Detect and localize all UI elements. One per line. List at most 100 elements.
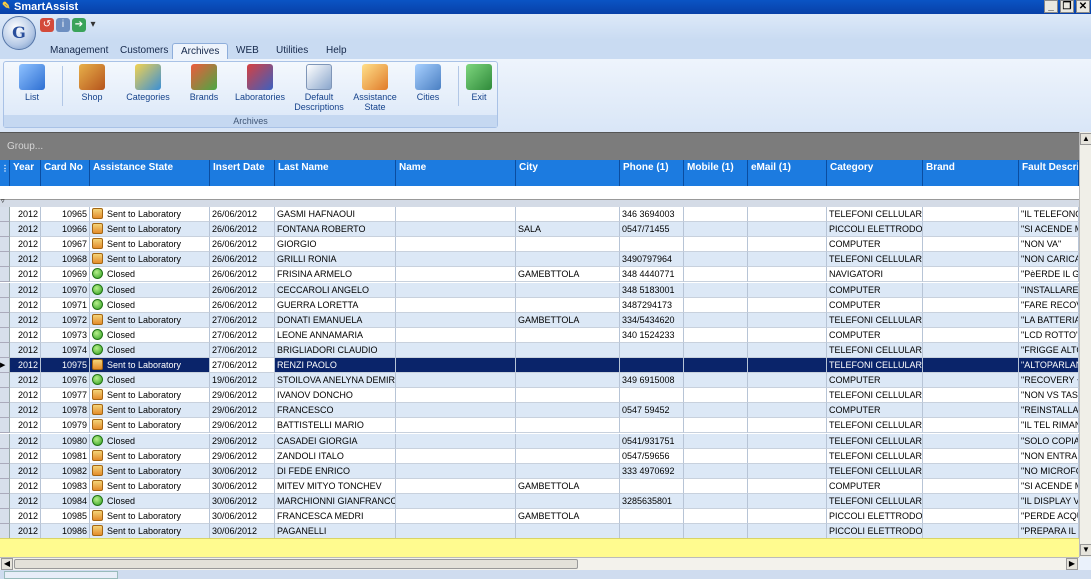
row-selector[interactable] [0, 267, 10, 283]
table-cell[interactable]: 2012 [10, 524, 41, 538]
table-cell[interactable] [684, 509, 748, 524]
table-cell[interactable]: 2012 [10, 463, 41, 479]
table-cell[interactable] [516, 207, 620, 222]
table-cell[interactable] [396, 207, 516, 222]
row-selector[interactable] [0, 433, 10, 449]
row-selector[interactable] [0, 524, 10, 538]
table-cell[interactable]: 27/06/2012 [210, 342, 275, 358]
table-cell[interactable] [516, 433, 620, 449]
table-cell[interactable]: MITEV MITYO TONCHEV [275, 478, 396, 494]
row-selector[interactable] [0, 297, 10, 313]
table-cell[interactable]: 26/06/2012 [210, 207, 275, 222]
table-cell[interactable] [923, 312, 1019, 328]
table-cell[interactable]: "RECOVERY + [1019, 373, 1079, 389]
cities-button[interactable]: Cities [408, 64, 448, 102]
categories-button[interactable]: Categories [122, 64, 174, 102]
row-selector[interactable] [0, 252, 10, 268]
table-cell[interactable] [923, 418, 1019, 434]
table-cell[interactable]: Closed [90, 342, 210, 358]
table-cell[interactable]: Sent to Laboratory [90, 388, 210, 404]
table-cell[interactable]: TELEFONI CELLULARI [827, 448, 923, 464]
default-descriptions-button[interactable]: Default Descriptions [292, 64, 346, 112]
table-cell[interactable]: 2012 [10, 342, 41, 358]
table-cell[interactable] [620, 237, 684, 253]
table-cell[interactable]: 19/06/2012 [210, 373, 275, 389]
table-cell[interactable]: 2012 [10, 403, 41, 419]
table-cell[interactable] [684, 418, 748, 434]
table-cell[interactable]: 10970 [41, 282, 90, 298]
table-cell[interactable]: 2012 [10, 509, 41, 524]
table-cell[interactable] [748, 327, 827, 343]
table-cell[interactable] [923, 207, 1019, 222]
table-cell[interactable]: 2012 [10, 312, 41, 328]
table-cell[interactable]: 10979 [41, 418, 90, 434]
table-cell[interactable]: PICCOLI ELETTRODOM [827, 509, 923, 524]
table-cell[interactable] [620, 388, 684, 404]
table-cell[interactable]: TELEFONI CELLULARI [827, 252, 923, 268]
tab-management[interactable]: Management [42, 43, 116, 59]
row-selector[interactable] [0, 418, 10, 434]
scroll-down-icon[interactable]: ▼ [1080, 544, 1091, 556]
table-cell[interactable] [748, 252, 827, 268]
table-cell[interactable]: 26/06/2012 [210, 297, 275, 313]
table-cell[interactable] [620, 478, 684, 494]
table-cell[interactable]: 10982 [41, 463, 90, 479]
table-cell[interactable] [684, 463, 748, 479]
table-cell[interactable]: FRANCESCA MEDRI [275, 509, 396, 524]
table-cell[interactable]: COMPUTER [827, 478, 923, 494]
tab-web[interactable]: WEB [228, 43, 267, 59]
table-cell[interactable]: 10969 [41, 267, 90, 283]
table-cell[interactable] [923, 297, 1019, 313]
table-cell[interactable]: "PèERDE IL G [1019, 267, 1079, 283]
table-cell[interactable]: TELEFONI CELLULARI [827, 463, 923, 479]
table-cell[interactable]: "REINSTALLA [1019, 403, 1079, 419]
table-cell[interactable] [684, 524, 748, 538]
table-cell[interactable]: "NON CARICA [1019, 252, 1079, 268]
table-cell[interactable] [396, 358, 516, 373]
table-row[interactable]: 2012 10985 Sent to Laboratory 30/06/2012 FRA… [0, 509, 1079, 524]
table-cell[interactable]: 2012 [10, 207, 41, 222]
table-cell[interactable] [396, 327, 516, 343]
table-cell[interactable]: GAMBETTOLA [516, 312, 620, 328]
table-cell[interactable] [516, 448, 620, 464]
table-cell[interactable] [748, 403, 827, 419]
table-cell[interactable]: 2012 [10, 418, 41, 434]
table-cell[interactable] [748, 342, 827, 358]
table-cell[interactable]: 10984 [41, 493, 90, 509]
tab-archives[interactable]: Archives [172, 43, 229, 59]
row-selector[interactable] [0, 327, 10, 343]
table-cell[interactable]: 10974 [41, 342, 90, 358]
filter-icon[interactable]: ▿ [1, 197, 5, 205]
table-cell[interactable] [748, 297, 827, 313]
table-cell[interactable]: CECCAROLI ANGELO [275, 282, 396, 298]
table-cell[interactable] [923, 403, 1019, 419]
table-cell[interactable] [684, 222, 748, 238]
table-cell[interactable]: TELEFONI CELLULARI [827, 493, 923, 509]
column-header[interactable]: Card No [41, 160, 90, 186]
table-cell[interactable]: 30/06/2012 [210, 478, 275, 494]
table-cell[interactable] [684, 433, 748, 449]
row-selector[interactable] [0, 282, 10, 298]
table-cell[interactable]: IVANOV DONCHO [275, 388, 396, 404]
table-cell[interactable] [923, 282, 1019, 298]
row-selector[interactable] [0, 493, 10, 509]
table-cell[interactable] [684, 478, 748, 494]
table-cell[interactable]: "NON ENTRA [1019, 448, 1079, 464]
table-cell[interactable]: "SI ACENDE M [1019, 222, 1079, 238]
table-cell[interactable] [684, 403, 748, 419]
row-selector[interactable] [0, 388, 10, 404]
tab-help[interactable]: Help [318, 43, 355, 59]
table-cell[interactable]: Closed [90, 297, 210, 313]
table-cell[interactable] [396, 448, 516, 464]
table-row[interactable]: ▶ 2012 10975 Sent to Laboratory 27/06/2012 RE… [0, 358, 1079, 373]
table-cell[interactable]: "IL TELEFONO [1019, 207, 1079, 222]
table-cell[interactable] [684, 448, 748, 464]
table-cell[interactable]: "FRIGGE ALTO [1019, 342, 1079, 358]
table-cell[interactable]: 2012 [10, 297, 41, 313]
table-cell[interactable]: DI FEDE ENRICO [275, 463, 396, 479]
table-cell[interactable]: Sent to Laboratory [90, 358, 210, 373]
table-cell[interactable]: "PREPARA IL [1019, 524, 1079, 538]
table-cell[interactable]: 10972 [41, 312, 90, 328]
table-cell[interactable] [684, 358, 748, 373]
row-selector[interactable] [0, 509, 10, 524]
